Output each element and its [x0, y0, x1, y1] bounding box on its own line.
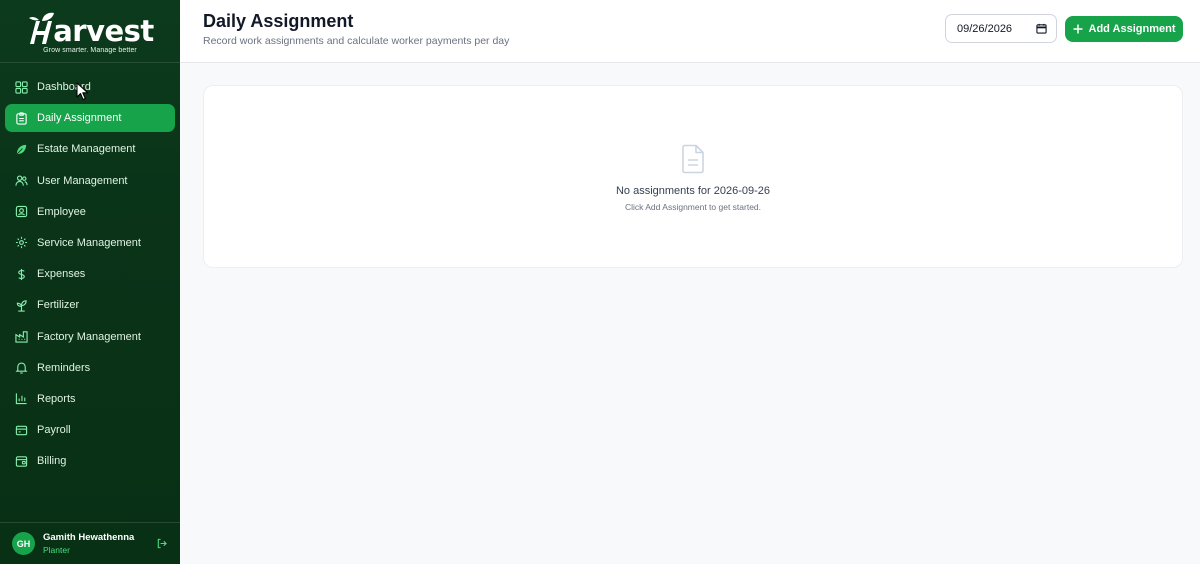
plus-icon — [1073, 24, 1083, 34]
sidebar-item-reports[interactable]: Reports — [5, 385, 175, 413]
sidebar-item-reminders[interactable]: Reminders — [5, 354, 175, 382]
add-assignment-label: Add Assignment — [1088, 23, 1176, 35]
bar-chart-icon — [14, 392, 28, 406]
sidebar-item-billing[interactable]: Billing — [5, 447, 175, 475]
grid-icon — [14, 80, 28, 94]
sidebar-item-label: Estate Management — [37, 143, 136, 156]
sidebar-item-factory-management[interactable]: Factory Management — [5, 323, 175, 351]
logo-wordmark-text: arvest — [53, 13, 154, 48]
add-assignment-button[interactable]: Add Assignment — [1065, 16, 1183, 42]
sidebar-item-payroll[interactable]: Payroll — [5, 416, 175, 444]
sidebar-nav: Dashboard Daily Assignment Estate Manage… — [0, 63, 180, 522]
leaf-h-logo-icon — [29, 12, 55, 44]
leaf-icon — [14, 142, 28, 156]
page-header: Daily Assignment Record work assignments… — [180, 0, 1200, 63]
empty-state-title: No assignments for 2026-09-26 — [615, 185, 771, 197]
sidebar-item-label: Reports — [37, 392, 76, 405]
dollar-icon — [14, 267, 28, 281]
assignments-card: No assignments for 2026-09-26 Click Add … — [203, 85, 1183, 268]
sidebar-item-expenses[interactable]: Expenses — [5, 260, 175, 288]
brand-logo[interactable]: arvest Grow smarter. Manage better — [0, 0, 180, 63]
sidebar-item-dashboard[interactable]: Dashboard — [5, 73, 175, 101]
page-title: Daily Assignment — [203, 11, 354, 31]
date-value: 09/26/2026 — [957, 22, 1013, 35]
sidebar-item-label: Payroll — [37, 424, 71, 437]
sidebar-item-label: Service Management — [37, 236, 141, 249]
sidebar-item-label: Fertilizer — [37, 299, 80, 312]
sidebar-item-fertilizer[interactable]: Fertilizer — [5, 291, 175, 319]
user-profile: GH Gamith Hewathenna Planter — [0, 522, 180, 564]
users-icon — [14, 174, 28, 188]
empty-state-subtitle: Click Add Assignment to get started. — [624, 202, 762, 212]
user-info: Gamith Hewathenna Planter — [43, 532, 154, 555]
sidebar-item-service-management[interactable]: Service Management — [5, 229, 175, 257]
sidebar-item-label: Employee — [37, 205, 86, 218]
logo-wordmark: arvest — [26, 11, 154, 45]
page-subtitle: Record work assignments and calculate wo… — [203, 35, 510, 47]
factory-icon — [14, 330, 28, 344]
sprout-icon — [14, 298, 28, 312]
document-icon — [680, 144, 706, 179]
sidebar-item-employee[interactable]: Employee — [5, 198, 175, 226]
logo-tagline: Grow smarter. Manage better — [43, 46, 137, 54]
sidebar: arvest Grow smarter. Manage better Dashb… — [0, 0, 180, 564]
sidebar-item-label: Factory Management — [37, 330, 141, 343]
id-badge-icon — [14, 205, 28, 219]
clipboard-icon — [14, 111, 28, 125]
sidebar-item-label: Reminders — [37, 361, 91, 374]
bell-icon — [14, 361, 28, 375]
sidebar-item-label: User Management — [37, 174, 128, 187]
sidebar-item-estate-management[interactable]: Estate Management — [5, 135, 175, 163]
sidebar-item-user-management[interactable]: User Management — [5, 167, 175, 195]
sidebar-item-label: Expenses — [37, 268, 86, 281]
avatar[interactable]: GH — [12, 532, 35, 555]
logout-icon[interactable] — [154, 537, 168, 551]
receipt-icon — [14, 454, 28, 468]
sidebar-item-label: Daily Assignment — [37, 112, 122, 125]
user-role: Planter — [43, 545, 70, 555]
wallet-icon — [14, 423, 28, 437]
sidebar-item-daily-assignment[interactable]: Daily Assignment — [5, 104, 175, 133]
sidebar-item-label: Billing — [37, 455, 67, 468]
date-picker-input[interactable]: 09/26/2026 — [945, 14, 1057, 43]
user-name: Gamith Hewathenna — [43, 532, 135, 543]
calendar-icon[interactable] — [1036, 23, 1047, 37]
sidebar-item-label: Dashboard — [37, 81, 91, 93]
gear-icon — [14, 236, 28, 250]
